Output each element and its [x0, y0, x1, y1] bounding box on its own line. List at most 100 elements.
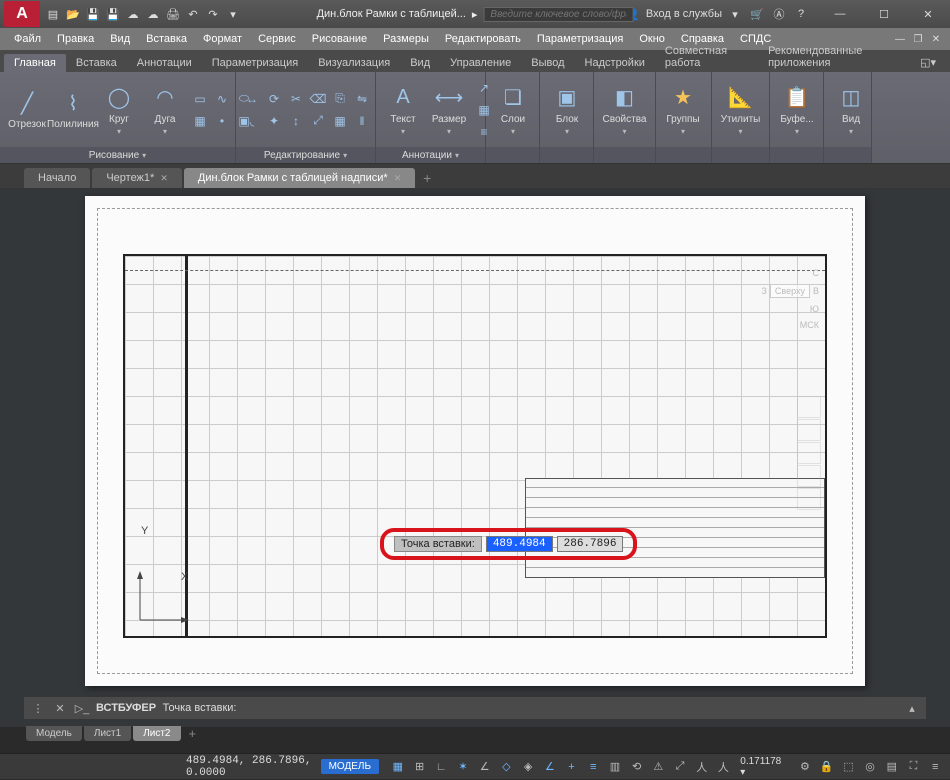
- workspace-icon[interactable]: ⚙: [796, 758, 814, 776]
- iso-toggle-icon[interactable]: ∠: [476, 758, 494, 776]
- rtab-visualize[interactable]: Визуализация: [308, 54, 400, 72]
- mirror-icon[interactable]: ⇋: [352, 89, 372, 109]
- rtab-view[interactable]: Вид: [400, 54, 440, 72]
- quickprops-icon[interactable]: ▤: [883, 758, 901, 776]
- lock-ui-icon[interactable]: 🔒: [818, 758, 836, 776]
- customize-icon[interactable]: ≡: [926, 758, 944, 776]
- nav-showmotion-icon[interactable]: [797, 488, 821, 510]
- layout-tab-model[interactable]: Модель: [26, 726, 82, 741]
- nav-zoom-icon[interactable]: [797, 442, 821, 464]
- cloud-save-icon[interactable]: ☁: [144, 5, 162, 23]
- menu-parametric[interactable]: Параметризация: [529, 31, 631, 47]
- erase-icon[interactable]: ⌫: [308, 89, 328, 109]
- saveas-icon[interactable]: 💾: [104, 5, 122, 23]
- status-scale[interactable]: 0.171178 ▾: [740, 756, 788, 778]
- search-input[interactable]: [483, 7, 633, 22]
- undo-icon[interactable]: ↶: [184, 5, 202, 23]
- annoscale-icon[interactable]: ⤢: [671, 758, 689, 776]
- snap-toggle-icon[interactable]: ⊞: [411, 758, 429, 776]
- rtab-collab[interactable]: Совместная работа: [655, 42, 758, 72]
- grid-toggle-icon[interactable]: ▦: [389, 758, 407, 776]
- menu-draw[interactable]: Рисование: [304, 31, 375, 47]
- fillet-icon[interactable]: ◟: [242, 111, 262, 131]
- drawing-area[interactable]: С З Сверху В Ю МСК Y X: [0, 188, 950, 727]
- polyline-button[interactable]: ⌇Полилиния: [52, 87, 94, 132]
- cmd-history-icon[interactable]: ▴: [904, 700, 920, 716]
- open-icon[interactable]: 📂: [64, 5, 82, 23]
- rect-icon[interactable]: ▭: [190, 89, 210, 109]
- rtab-insert[interactable]: Вставка: [66, 54, 127, 72]
- array-icon[interactable]: ▦: [330, 111, 350, 131]
- panel-draw-expand-icon[interactable]: ▾: [142, 151, 146, 160]
- title-chevron-icon[interactable]: ▸: [472, 8, 478, 21]
- rtab-output[interactable]: Вывод: [521, 54, 574, 72]
- rtab-featured[interactable]: Рекомендованные приложения: [758, 42, 910, 72]
- panel-modify-expand-icon[interactable]: ▾: [343, 151, 347, 160]
- doc-tab-drawing1[interactable]: Чертеж1*✕: [92, 168, 182, 188]
- cmd-handle-icon[interactable]: ⋮: [30, 700, 46, 716]
- hardware-accel-icon[interactable]: ⬚: [840, 758, 858, 776]
- menu-dimension[interactable]: Размеры: [375, 31, 437, 47]
- menu-edit[interactable]: Правка: [49, 31, 102, 47]
- layers-button[interactable]: ❏Слои▾: [492, 82, 534, 138]
- nav-orbit-icon[interactable]: [797, 465, 821, 487]
- layout-tab-sheet1[interactable]: Лист1: [84, 726, 131, 741]
- arc-button[interactable]: ◠Дуга▾: [144, 82, 186, 138]
- dyn-input-y[interactable]: 286.7896: [557, 536, 624, 552]
- print-icon[interactable]: 🖨: [164, 5, 182, 23]
- circle-button[interactable]: ◯Круг▾: [98, 82, 140, 138]
- scale-icon[interactable]: ⤢: [308, 111, 328, 131]
- rtab-home[interactable]: Главная: [4, 54, 66, 72]
- doc-restore-icon[interactable]: ❐: [910, 31, 926, 47]
- utilities-button[interactable]: 📐Утилиты▾: [718, 82, 763, 138]
- modelspace-toggle[interactable]: МОДЕЛЬ: [321, 759, 379, 774]
- new-icon[interactable]: ▤: [44, 5, 62, 23]
- copy-icon[interactable]: ⎘: [330, 89, 350, 109]
- help-icon[interactable]: ?: [792, 5, 810, 23]
- offset-icon[interactable]: ‖: [352, 111, 372, 131]
- dyn-input-x[interactable]: 489.4984: [486, 536, 553, 552]
- polar-toggle-icon[interactable]: ✶: [454, 758, 472, 776]
- a360-icon[interactable]: Ⓐ: [770, 5, 788, 23]
- stretch-icon[interactable]: ↕: [286, 111, 306, 131]
- move-icon[interactable]: ↔: [242, 89, 262, 109]
- menu-insert[interactable]: Вставка: [138, 31, 195, 47]
- layout-tab-sheet2[interactable]: Лист2: [133, 726, 180, 741]
- menu-modify[interactable]: Редактировать: [437, 31, 529, 47]
- transparency-toggle-icon[interactable]: ▥: [606, 758, 624, 776]
- ortho-toggle-icon[interactable]: ∟: [432, 758, 450, 776]
- maximize-button[interactable]: ☐: [862, 0, 906, 28]
- minimize-button[interactable]: —: [818, 0, 862, 28]
- panel-annot-expand-icon[interactable]: ▾: [455, 151, 459, 160]
- annoscale3-icon[interactable]: 人: [715, 758, 733, 776]
- rtab-manage[interactable]: Управление: [440, 54, 521, 72]
- dimension-button[interactable]: ⟷Размер▾: [428, 82, 470, 138]
- command-line[interactable]: ⋮ ✕ ▷_ ВСТБУФЕР Точка вставки: ▴: [24, 697, 926, 719]
- close-button[interactable]: ✕: [906, 0, 950, 28]
- redo-icon[interactable]: ↷: [204, 5, 222, 23]
- rtab-addins[interactable]: Надстройки: [575, 54, 655, 72]
- explode-icon[interactable]: ✦: [264, 111, 284, 131]
- doc-tab-dyn-close-icon[interactable]: ✕: [394, 173, 402, 183]
- groups-button[interactable]: ★Группы▾: [662, 82, 704, 138]
- menu-view[interactable]: Вид: [102, 31, 138, 47]
- rtab-parametric[interactable]: Параметризация: [202, 54, 308, 72]
- isolate-icon[interactable]: ◎: [861, 758, 879, 776]
- login-dropdown-icon[interactable]: ▾: [726, 5, 744, 23]
- rtab-expand-icon[interactable]: ◱▾: [910, 53, 946, 72]
- doc-tab-dynblock[interactable]: Дин.блок Рамки с таблицей надписи*✕: [184, 168, 415, 188]
- menu-file[interactable]: Файл: [6, 31, 49, 47]
- menu-format[interactable]: Формат: [195, 31, 250, 47]
- trim-icon[interactable]: ✂: [286, 89, 306, 109]
- app-logo[interactable]: A: [4, 1, 40, 27]
- cmd-close-icon[interactable]: ✕: [52, 700, 68, 716]
- doc-tab-add-button[interactable]: +: [417, 168, 437, 188]
- otrack-toggle-icon[interactable]: ∠: [541, 758, 559, 776]
- doc-tab-d1-close-icon[interactable]: ✕: [160, 173, 168, 183]
- hatch-icon[interactable]: ▦: [190, 111, 210, 131]
- nav-pan-icon[interactable]: [797, 419, 821, 441]
- lwt-toggle-icon[interactable]: ≡: [584, 758, 602, 776]
- rtab-annotate[interactable]: Аннотации: [127, 54, 202, 72]
- 3dosnap-toggle-icon[interactable]: ◈: [519, 758, 537, 776]
- vc-ucs[interactable]: МСК: [800, 320, 819, 330]
